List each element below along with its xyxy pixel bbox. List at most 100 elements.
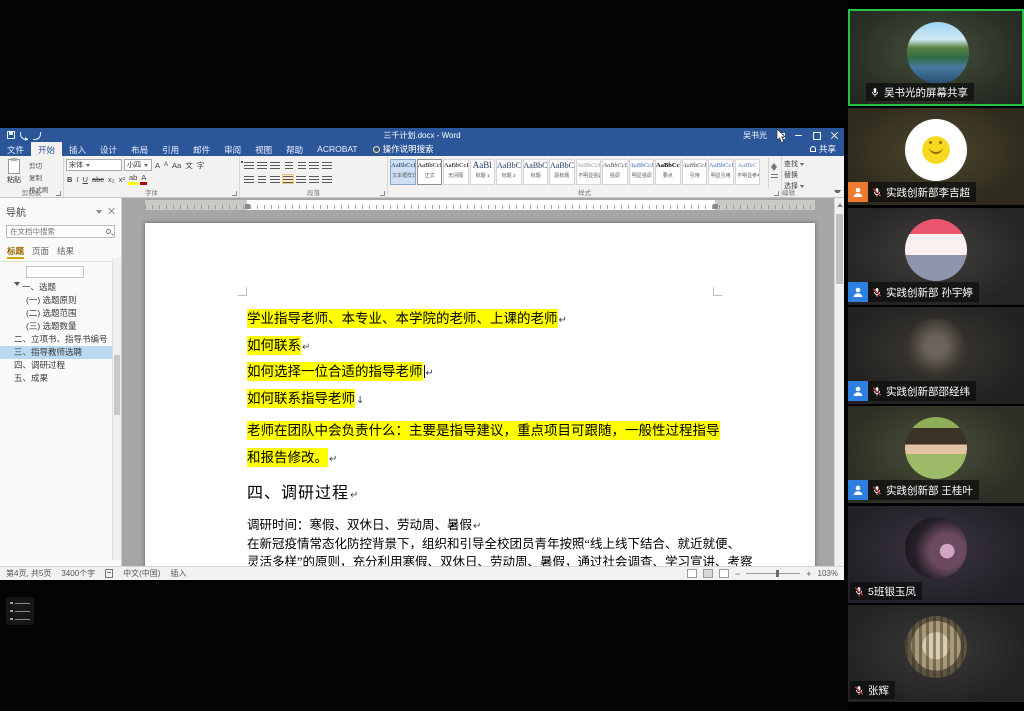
superscript-button[interactable]: x² bbox=[118, 175, 126, 184]
document-scrollbar[interactable] bbox=[834, 198, 844, 566]
nav-heading-item[interactable]: 五、成果 bbox=[0, 372, 121, 385]
doc-line[interactable]: 灵活多样”的原则，充分利用寒假、双休日、劳动周、暑假，通过社会调查、学习宣讲、考… bbox=[247, 551, 727, 566]
tab-references[interactable]: 引用 bbox=[155, 142, 186, 156]
tab-home[interactable]: 开始 bbox=[31, 142, 62, 156]
tell-me-search[interactable]: 操作说明搜索 bbox=[365, 142, 442, 156]
align-left-button[interactable] bbox=[244, 175, 254, 183]
participant-tile[interactable]: 实践创新部 孙宇婷 bbox=[848, 208, 1024, 305]
web-layout-button[interactable] bbox=[719, 569, 729, 578]
replace-button[interactable]: 替换 bbox=[784, 169, 830, 180]
style-card[interactable]: AaBbCcD强调 bbox=[602, 159, 628, 185]
participant-tile[interactable]: 吴书光的屏幕共享 bbox=[848, 9, 1024, 106]
proofing-icon[interactable] bbox=[105, 569, 113, 578]
horizontal-ruler[interactable] bbox=[122, 198, 844, 212]
doc-line[interactable]: 老师在团队中会负责什么：主要是指导建议，重点项目可跟随，一般性过程指导 bbox=[247, 419, 727, 439]
share-button[interactable]: 共享 bbox=[802, 142, 844, 156]
style-card[interactable]: AaBbCcD正文 bbox=[417, 159, 443, 185]
show-marks-button[interactable] bbox=[322, 161, 332, 169]
nav-close-icon[interactable] bbox=[108, 207, 115, 214]
tab-acrobat[interactable]: ACROBAT bbox=[310, 142, 364, 156]
font-size-combobox[interactable]: 小四 bbox=[124, 159, 152, 171]
nav-heading-item[interactable]: (三) 选题数量 bbox=[0, 320, 121, 333]
style-card[interactable]: AaBbCcD要点 bbox=[655, 159, 681, 185]
align-right-button[interactable] bbox=[270, 175, 280, 183]
numbering-button[interactable] bbox=[257, 161, 267, 169]
participant-tile[interactable]: 实践创新部李吉超 bbox=[848, 108, 1024, 205]
style-card[interactable]: AaBbCcD无间隔 bbox=[443, 159, 469, 185]
increase-indent-button[interactable] bbox=[296, 161, 306, 169]
shrink-font-button[interactable]: A bbox=[163, 162, 169, 168]
styles-gallery-scroll[interactable] bbox=[768, 158, 779, 188]
read-mode-button[interactable] bbox=[687, 569, 697, 578]
shading-button[interactable] bbox=[309, 175, 319, 183]
style-card[interactable]: AaBbCcD明显强调 bbox=[629, 159, 655, 185]
phonetic-guide-button[interactable]: 文 bbox=[184, 160, 194, 171]
style-card[interactable]: AaBbC副标题 bbox=[549, 159, 575, 185]
style-card[interactable]: AaBbCcD文本框样式 bbox=[390, 159, 416, 185]
document-search-box[interactable] bbox=[6, 225, 115, 238]
cut-button[interactable]: 剪切 bbox=[29, 160, 49, 170]
nav-heading-item[interactable]: 二、立项书、指导书编号 bbox=[0, 333, 121, 346]
style-card[interactable]: AaBbC标题 2 bbox=[496, 159, 522, 185]
word-count[interactable]: 3400个字 bbox=[61, 568, 95, 579]
zoom-level[interactable]: 103% bbox=[818, 569, 838, 578]
tab-layout[interactable]: 布局 bbox=[124, 142, 155, 156]
nav-tab-pages[interactable]: 页面 bbox=[32, 245, 49, 259]
indent-marker-right[interactable] bbox=[713, 204, 718, 209]
tab-view[interactable]: 视图 bbox=[248, 142, 279, 156]
subscript-button[interactable]: x₂ bbox=[107, 175, 116, 184]
doc-line[interactable]: 和报告修改。↵ bbox=[247, 446, 727, 466]
doc-line[interactable]: 如何选择一位合适的指导老师↵ bbox=[247, 360, 727, 380]
tab-help[interactable]: 帮助 bbox=[279, 142, 310, 156]
text-highlight-color-button[interactable]: ab bbox=[128, 173, 138, 185]
scroll-up-icon[interactable] bbox=[837, 200, 843, 207]
restore-button[interactable] bbox=[812, 131, 821, 140]
tab-review[interactable]: 审阅 bbox=[217, 142, 248, 156]
gallery-up-icon[interactable] bbox=[771, 160, 777, 167]
doc-line[interactable]: 在新冠疫情常态化防控背景下，组织和引导全校团员青年按照“线上线下结合、就近就便、 bbox=[247, 533, 727, 552]
decrease-indent-button[interactable] bbox=[283, 161, 293, 169]
doc-line[interactable]: 如何联系指导老师↓ bbox=[247, 387, 727, 407]
clipboard-dialog-launcher[interactable] bbox=[56, 191, 61, 196]
borders-button[interactable] bbox=[322, 175, 332, 183]
multilevel-list-button[interactable] bbox=[270, 161, 280, 169]
font-dialog-launcher[interactable] bbox=[232, 191, 237, 196]
indent-marker-left[interactable] bbox=[245, 204, 250, 209]
doc-line[interactable]: 如何联系↵ bbox=[247, 334, 727, 354]
insert-mode-indicator[interactable]: 插入 bbox=[170, 568, 186, 579]
minimize-button[interactable] bbox=[794, 131, 803, 140]
nav-tab-results[interactable]: 结果 bbox=[57, 245, 74, 259]
find-button[interactable]: 查找 bbox=[784, 158, 830, 169]
nav-pane-scrollbar[interactable] bbox=[112, 258, 121, 560]
style-card[interactable]: AaBbCcD不明显强调 bbox=[576, 159, 602, 185]
nav-tab-headings[interactable]: 标题 bbox=[7, 245, 24, 259]
style-card[interactable]: AaBbC标题 bbox=[523, 159, 549, 185]
nav-heading-item[interactable]: (一) 选题原则 bbox=[0, 294, 121, 307]
document-page[interactable]: 学业指导老师、本专业、本学院的老师、上课的老师↵ 如何联系↵ 如何选择一位合适的… bbox=[145, 223, 815, 566]
character-border-button[interactable]: 字 bbox=[196, 160, 206, 171]
paste-button[interactable]: 粘贴 bbox=[2, 158, 26, 188]
print-layout-button[interactable] bbox=[703, 569, 713, 578]
nav-heading-item[interactable]: (二) 选题范围 bbox=[0, 307, 121, 320]
underline-button[interactable]: U bbox=[82, 175, 89, 184]
tab-insert[interactable]: 插入 bbox=[62, 142, 93, 156]
styles-dialog-launcher[interactable] bbox=[774, 191, 779, 196]
language-indicator[interactable]: 中文(中国) bbox=[123, 568, 160, 579]
strikethrough-button[interactable]: abc bbox=[91, 175, 105, 184]
account-user-name[interactable]: 吴书光 bbox=[743, 130, 767, 141]
gallery-more-icon[interactable] bbox=[771, 174, 778, 178]
font-color-button[interactable]: A bbox=[140, 173, 147, 185]
participant-tile[interactable]: 实践创新部 王桂叶 bbox=[848, 406, 1024, 503]
change-case-button[interactable]: Aa bbox=[171, 161, 182, 170]
style-card[interactable]: AaBbC不明显参考 bbox=[735, 159, 761, 185]
floating-toolbar-icon[interactable] bbox=[6, 597, 34, 625]
zoom-out-button[interactable]: − bbox=[735, 570, 740, 578]
line-spacing-button[interactable] bbox=[296, 175, 306, 183]
tab-mailings[interactable]: 邮件 bbox=[186, 142, 217, 156]
italic-button[interactable]: I bbox=[75, 175, 79, 184]
nav-options-chevron-icon[interactable] bbox=[96, 210, 102, 217]
search-icon[interactable] bbox=[106, 229, 111, 234]
align-center-button[interactable] bbox=[257, 175, 267, 183]
participant-tile[interactable]: 张辉 bbox=[848, 605, 1024, 702]
participant-tile[interactable]: 5班银玉凤 bbox=[848, 506, 1024, 603]
